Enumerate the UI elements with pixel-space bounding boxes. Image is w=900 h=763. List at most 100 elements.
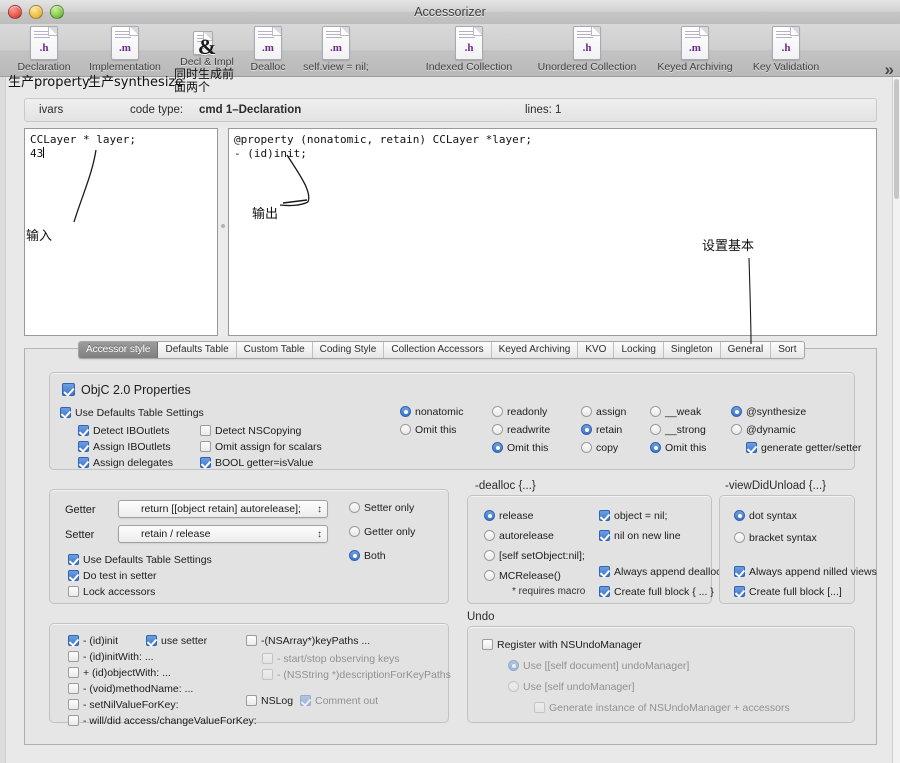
tab-defaults-table[interactable]: Defaults Table	[158, 342, 237, 358]
toolbar-label: self.view = nil;	[303, 61, 369, 73]
use-setter-checkbox[interactable]: use setter	[146, 635, 207, 647]
tab-general[interactable]: General	[721, 342, 772, 358]
toolbar-item-decl-impl[interactable]: .h & Decl & Impl	[172, 26, 242, 68]
radio-strong[interactable]: __strong	[650, 424, 706, 436]
toolbar-item-unordered-collection[interactable]: .h Unordered Collection	[527, 26, 647, 73]
toolbar-label: Key Validation	[752, 61, 820, 73]
radio-atomicity-omit[interactable]: Omit this	[400, 424, 456, 436]
input-textarea[interactable]: CCLayer * layer; 43	[24, 128, 218, 336]
radio-readonly[interactable]: readonly	[492, 406, 547, 418]
setnilvalueforkey-checkbox[interactable]: - setNilValueForKey:	[68, 699, 179, 711]
tab-accessor-style[interactable]: Accessor style	[79, 342, 159, 358]
register-nsundomanager-checkbox[interactable]: Register with NSUndoManager	[482, 639, 642, 651]
m-file-icon: .m	[111, 26, 139, 60]
radio-readwrite[interactable]: readwrite	[492, 424, 550, 436]
toolbar-item-self-view-nil[interactable]: .m self.view = nil;	[296, 26, 376, 73]
viewdidunload-title: -viewDidUnload {...}	[725, 480, 826, 492]
always-append-dealloc-checkbox[interactable]: Always append dealloc	[599, 566, 721, 578]
use-defaults-table-settings-checkbox[interactable]: Use Defaults Table Settings	[60, 407, 204, 419]
radio-use-self-undomanager[interactable]: Use [self undoManager]	[508, 681, 634, 693]
toolbar-label: Declaration	[17, 61, 71, 73]
toolbar-item-key-validation[interactable]: .h Key Validation	[742, 26, 830, 73]
bool-getter-isvalue-checkbox[interactable]: BOOL getter=isValue	[200, 457, 313, 469]
tab-custom-table[interactable]: Custom Table	[237, 342, 313, 358]
nslog-checkbox[interactable]: NSLog	[246, 695, 293, 707]
scrollbar-thumb[interactable]	[894, 79, 899, 199]
toolbar-item-implementation[interactable]: .m Implementation	[79, 26, 171, 73]
toolbar-item-indexed-collection[interactable]: .h Indexed Collection	[414, 26, 524, 73]
object-equals-nil-checkbox[interactable]: object = nil;	[599, 510, 667, 522]
h-file-icon: .h	[772, 26, 800, 60]
tab-group: Accessor style Defaults Table Custom Tab…	[78, 341, 805, 359]
radio-assign[interactable]: assign	[581, 406, 626, 418]
radio-access-omit[interactable]: Omit this	[492, 442, 548, 454]
do-test-in-setter-checkbox[interactable]: Do test in setter	[68, 570, 157, 582]
radio-weak[interactable]: __weak	[650, 406, 701, 418]
objc-properties-checkbox[interactable]: ObjC 2.0 Properties	[62, 383, 191, 397]
comment-out-checkbox[interactable]: Comment out	[300, 695, 378, 707]
tab-singleton[interactable]: Singleton	[664, 342, 721, 358]
willdid-access-changevalueforkey-checkbox[interactable]: - will/did access/changeValueForKey:	[68, 715, 257, 727]
radio-dynamic[interactable]: @dynamic	[731, 424, 796, 436]
id-initwith-checkbox[interactable]: - (id)initWith: ...	[68, 651, 154, 663]
generate-getter-setter-checkbox[interactable]: generate getter/setter	[746, 442, 861, 454]
getter-label: Getter	[65, 504, 96, 516]
code-type-label: code type:	[130, 104, 184, 116]
radio-bracket-syntax[interactable]: bracket syntax	[734, 532, 817, 544]
tab-kvo[interactable]: KVO	[578, 342, 615, 358]
toolbar-item-dealloc[interactable]: .m Dealloc	[240, 26, 296, 73]
create-full-block-dealloc-checkbox[interactable]: Create full block { ... }	[599, 586, 714, 598]
objectwith-checkbox[interactable]: + (id)objectWith: ...	[68, 667, 171, 679]
toolbar-item-keyed-archiving[interactable]: .m Keyed Archiving	[648, 26, 742, 73]
generate-nsundomanager-instance-checkbox[interactable]: Generate instance of NSUndoManager + acc…	[534, 702, 790, 714]
h-file-icon: .h	[30, 26, 58, 60]
getter-popup[interactable]: return [[object retain] autorelease];	[118, 500, 328, 518]
assign-iboutlets-checkbox[interactable]: Assign IBOutlets	[78, 441, 171, 453]
start-stop-observing-keys-checkbox[interactable]: - start/stop observing keys	[262, 653, 400, 665]
nil-on-new-line-checkbox[interactable]: nil on new line	[599, 530, 681, 542]
output-textarea[interactable]: @property (nonatomic, retain) CCLayer *l…	[228, 128, 877, 336]
toolbar-overflow-icon[interactable]: »	[885, 60, 895, 80]
radio-use-document-undomanager[interactable]: Use [[self document] undoManager]	[508, 660, 689, 672]
editor-divider[interactable]	[219, 128, 227, 336]
nsarray-keypaths-checkbox[interactable]: -(NSArray*)keyPaths ...	[246, 635, 370, 647]
radio-dot-syntax[interactable]: dot syntax	[734, 510, 797, 522]
radio-nonatomic[interactable]: nonatomic	[400, 406, 463, 418]
omit-assign-for-scalars-checkbox[interactable]: Omit assign for scalars	[200, 441, 322, 453]
radio-mcrelease[interactable]: MCRelease()	[484, 570, 561, 582]
setter-popup[interactable]: retain / release	[118, 525, 328, 543]
accessors-group: Getter return [[object retain] autorelea…	[49, 489, 449, 604]
title-bar: Accessorizer	[0, 0, 900, 25]
radio-release[interactable]: release	[484, 510, 533, 522]
toolbar-item-declaration[interactable]: .h Declaration	[8, 26, 80, 73]
lock-accessors-checkbox[interactable]: Lock accessors	[68, 586, 155, 598]
annotation-both-above: 同时生成前 面两个	[174, 67, 235, 94]
tab-coding-style[interactable]: Coding Style	[313, 342, 385, 358]
accessors-use-defaults-checkbox[interactable]: Use Defaults Table Settings	[68, 554, 212, 566]
descriptionforkeypaths-checkbox[interactable]: - (NSString *)descriptionForKeyPaths	[262, 669, 451, 681]
toolbar-label: Implementation	[89, 61, 161, 73]
radio-self-setobject-nil[interactable]: [self setObject:nil];	[484, 550, 585, 562]
assign-delegates-checkbox[interactable]: Assign delegates	[78, 457, 173, 469]
id-init-checkbox[interactable]: - (id)init	[68, 635, 118, 647]
detect-nscopying-checkbox[interactable]: Detect NSCopying	[200, 425, 301, 437]
tab-sort[interactable]: Sort	[771, 342, 803, 358]
radio-retain[interactable]: retain	[581, 424, 622, 436]
radio-copy[interactable]: copy	[581, 442, 618, 454]
text-caret	[43, 147, 45, 158]
toolbar: .h Declaration .m Implementation .h & De…	[0, 24, 900, 80]
radio-both[interactable]: Both	[349, 550, 386, 562]
void-methodname-checkbox[interactable]: - (void)methodName: ...	[68, 683, 193, 695]
detect-iboutlets-checkbox[interactable]: Detect IBOutlets	[78, 425, 169, 437]
tab-locking[interactable]: Locking	[614, 342, 664, 358]
vertical-scrollbar[interactable]	[892, 77, 900, 763]
radio-getter-only[interactable]: Getter only	[349, 526, 415, 538]
radio-autorelease[interactable]: autorelease	[484, 530, 554, 542]
tab-keyed-archiving[interactable]: Keyed Archiving	[492, 342, 579, 358]
create-full-block-views-checkbox[interactable]: Create full block [...]	[734, 586, 842, 598]
radio-setter-only[interactable]: Setter only	[349, 502, 414, 514]
always-append-nilled-views-checkbox[interactable]: Always append nilled views	[734, 566, 877, 578]
radio-synthesize[interactable]: @synthesize	[731, 406, 806, 418]
radio-arc-omit[interactable]: Omit this	[650, 442, 706, 454]
tab-collection-accessors[interactable]: Collection Accessors	[384, 342, 492, 358]
